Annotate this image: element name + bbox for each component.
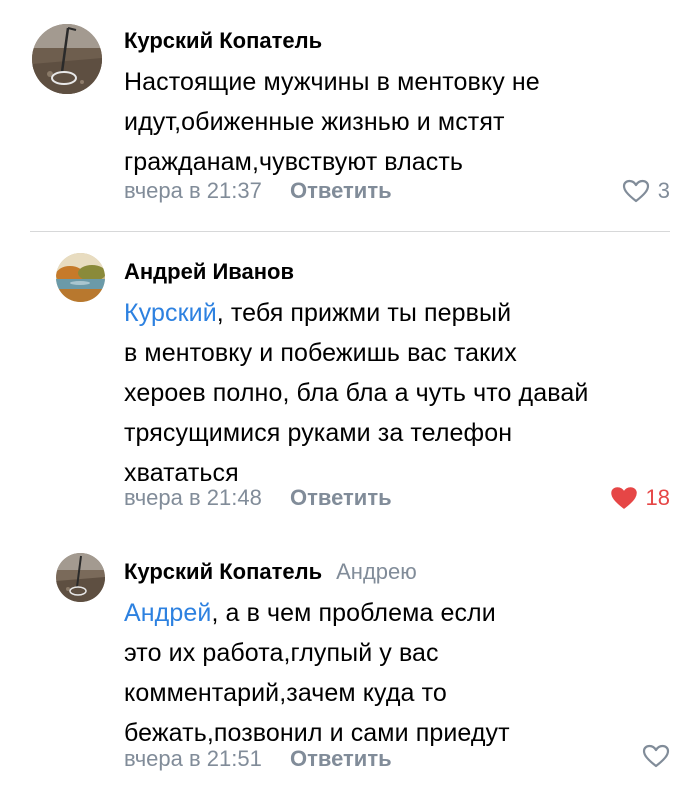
author-name[interactable]: Курский Копатель: [124, 559, 322, 584]
comment-divider: [30, 231, 670, 232]
autumn-lake-avatar-icon: [56, 253, 105, 302]
comment-author[interactable]: Курский Копатель Андрею: [124, 557, 510, 587]
metal-detector-avatar-icon: [56, 553, 105, 602]
author-name[interactable]: Курский Копатель: [124, 28, 322, 53]
reply-button[interactable]: Ответить: [290, 485, 392, 510]
comment-author[interactable]: Курский Копатель: [124, 26, 540, 56]
comment-time: вчера в 21:51: [124, 746, 262, 771]
comment-meta: вчера в 21:37 Ответить: [124, 176, 392, 206]
like-button[interactable]: [642, 744, 670, 768]
reply-to-label[interactable]: Андрею: [336, 559, 417, 584]
like-button[interactable]: 18: [610, 483, 670, 513]
like-count: 3: [657, 178, 670, 203]
comment-text: Андрей, а в чем проблема если это их раб…: [124, 593, 510, 753]
reply-button[interactable]: Ответить: [290, 178, 392, 203]
comment-text-body: , тебя прижми ты первый в ментовку и поб…: [124, 299, 589, 487]
heart-outline-icon: [622, 179, 649, 203]
comment-text: Курский, тебя прижми ты первый в ментовк…: [124, 293, 588, 493]
metal-detector-avatar-icon: [32, 24, 102, 94]
like-button[interactable]: 3: [622, 176, 670, 206]
heart-filled-icon: [610, 487, 637, 509]
mention-link[interactable]: Андрей: [124, 599, 211, 627]
like-count: 18: [645, 485, 670, 510]
comment-meta: вчера в 21:48 Ответить: [124, 483, 392, 513]
comment-time: вчера в 21:48: [124, 485, 262, 510]
comment-meta: вчера в 21:51 Ответить: [124, 744, 392, 774]
avatar[interactable]: [32, 24, 102, 94]
avatar[interactable]: [56, 553, 105, 602]
comment-text: Настоящие мужчины в ментовку не идут,оби…: [124, 62, 540, 182]
comment-text-body: Настоящие мужчины в ментовку не идут,оби…: [124, 68, 540, 176]
comment-time: вчера в 21:37: [124, 178, 262, 203]
avatar[interactable]: [56, 253, 105, 302]
mention-link[interactable]: Курский: [124, 299, 217, 327]
comment-author[interactable]: Андрей Иванов: [124, 257, 588, 287]
heart-outline-icon: [642, 744, 670, 768]
reply-button[interactable]: Ответить: [290, 746, 392, 771]
author-name[interactable]: Андрей Иванов: [124, 259, 294, 284]
